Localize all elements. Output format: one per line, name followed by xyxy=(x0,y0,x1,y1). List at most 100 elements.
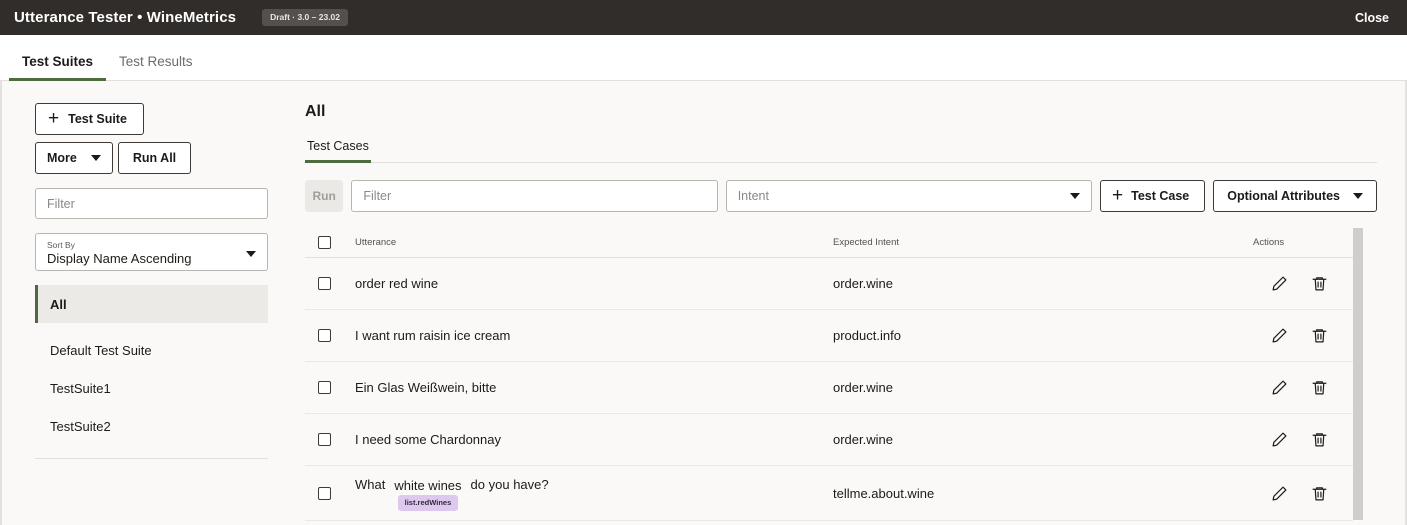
main-panel: All Test Cases Run Filter Intent + Test … xyxy=(299,81,1405,525)
row-checkbox[interactable] xyxy=(318,486,331,500)
column-header-utterance: Utterance xyxy=(355,237,397,248)
pencil-icon[interactable] xyxy=(1269,430,1289,450)
table-scrollbar[interactable] xyxy=(1353,228,1363,521)
utterance-text-after: do you have? xyxy=(470,476,549,492)
cell-actions xyxy=(1253,483,1363,503)
optional-attributes-label: Optional Attributes xyxy=(1227,189,1340,203)
intent-select[interactable]: Intent xyxy=(725,180,1092,212)
add-test-case-label: Test Case xyxy=(1131,189,1190,203)
sidebar-filter-input[interactable]: Filter xyxy=(35,188,268,219)
cell-expected-intent: order.wine xyxy=(833,432,893,447)
add-test-case-button[interactable]: + Test Case xyxy=(1100,180,1206,212)
sidebar: + Test Suite More Run All Filter Sort By… xyxy=(2,81,299,525)
page-title: All xyxy=(305,103,326,120)
intent-placeholder: Intent xyxy=(737,189,769,203)
utterance-tester-app: Utterance Tester • WineMetrics Draft · 3… xyxy=(0,0,1407,525)
add-test-suite-button[interactable]: + Test Suite xyxy=(35,103,144,135)
trash-icon[interactable] xyxy=(1309,274,1329,294)
pencil-icon[interactable] xyxy=(1269,326,1289,346)
row-checkbox[interactable] xyxy=(318,381,331,394)
sort-by-value: Display Name Ascending xyxy=(47,250,192,266)
table-filter-placeholder: Filter xyxy=(363,189,392,203)
content-body: + Test Suite More Run All Filter Sort By… xyxy=(0,81,1407,525)
sort-by-label: Sort By xyxy=(47,239,75,250)
select-all-checkbox[interactable] xyxy=(318,236,331,249)
chevron-down-icon xyxy=(90,155,101,161)
sidebar-filter-placeholder: Filter xyxy=(47,196,75,211)
table-row: What white wines list.redWines do you ha… xyxy=(305,466,1363,521)
sidebar-divider xyxy=(35,458,268,459)
row-select-cell xyxy=(305,486,355,500)
cell-expected-intent: product.info xyxy=(833,328,901,343)
cell-expected-intent: order.wine xyxy=(833,276,893,291)
cell-actions xyxy=(1253,326,1363,346)
test-cases-table: Utterance Expected Intent Actions order … xyxy=(305,228,1363,521)
sidebar-item-testsuite2[interactable]: TestSuite2 xyxy=(35,407,268,445)
entity-text: white wines xyxy=(394,477,462,493)
row-checkbox[interactable] xyxy=(318,433,331,446)
table-filter-input[interactable]: Filter xyxy=(351,180,718,212)
column-header-expected-intent: Expected Intent xyxy=(833,237,900,248)
close-button[interactable]: Close xyxy=(1337,0,1407,35)
cell-expected-intent: tellme.about.wine xyxy=(833,485,935,501)
optional-attributes-button[interactable]: Optional Attributes xyxy=(1213,180,1377,212)
row-checkbox[interactable] xyxy=(318,277,331,290)
tab-test-cases[interactable]: Test Cases xyxy=(305,139,371,163)
table-row: I want rum raisin ice cream product.info xyxy=(305,310,1363,362)
plus-icon: + xyxy=(1112,184,1124,206)
chevron-down-icon xyxy=(1070,193,1080,199)
more-label: More xyxy=(47,151,77,165)
cell-utterance: I need some Chardonnay xyxy=(355,432,501,447)
trash-icon[interactable] xyxy=(1309,430,1329,450)
sidebar-item-testsuite1[interactable]: TestSuite1 xyxy=(35,369,268,407)
row-select-cell xyxy=(305,433,355,446)
trash-icon[interactable] xyxy=(1309,326,1329,346)
tab-test-results[interactable]: Test Results xyxy=(106,54,206,80)
trash-icon[interactable] xyxy=(1309,378,1329,398)
cell-utterance: order red wine xyxy=(355,276,439,291)
table-header-row: Utterance Expected Intent Actions xyxy=(305,228,1363,258)
cell-utterance: Ein Glas Weißwein, bitte xyxy=(355,380,497,395)
sidebar-item-all[interactable]: All xyxy=(35,285,268,323)
add-test-suite-label: Test Suite xyxy=(68,112,127,126)
column-header-actions: Actions xyxy=(1253,237,1285,248)
version-badge: Draft · 3.0 – 23.02 xyxy=(262,9,349,26)
sub-tab-bar: Test Cases xyxy=(305,139,1377,163)
row-checkbox[interactable] xyxy=(318,329,331,342)
cell-utterance: I want rum raisin ice cream xyxy=(355,328,511,343)
top-bar: Utterance Tester • WineMetrics Draft · 3… xyxy=(0,0,1407,35)
table-row: order red wine order.wine xyxy=(305,258,1363,310)
test-suite-list: All Default Test Suite TestSuite1 TestSu… xyxy=(35,285,268,445)
main-tab-bar: Test Suites Test Results xyxy=(0,35,1407,81)
scrollbar-thumb[interactable] xyxy=(1353,228,1363,520)
tab-test-suites[interactable]: Test Suites xyxy=(9,54,107,81)
chevron-down-icon xyxy=(246,250,256,257)
select-all-cell xyxy=(305,236,355,249)
run-button[interactable]: Run xyxy=(305,180,344,212)
cell-utterance: What white wines list.redWines do you ha… xyxy=(355,476,833,511)
table-toolbar: Run Filter Intent + Test Case Optional A… xyxy=(305,180,1405,212)
run-all-label: Run All xyxy=(132,151,177,165)
entity-tag-badge: list.redWines xyxy=(397,494,459,511)
cell-actions xyxy=(1253,430,1363,450)
pencil-icon[interactable] xyxy=(1269,483,1289,503)
table-row: I need some Chardonnay order.wine xyxy=(305,414,1363,466)
sidebar-item-default-test-suite[interactable]: Default Test Suite xyxy=(35,331,268,369)
plus-icon: + xyxy=(48,107,60,129)
row-select-cell xyxy=(305,381,355,394)
cell-actions xyxy=(1253,274,1363,294)
sort-by-select[interactable]: Sort By Display Name Ascending xyxy=(35,233,268,271)
table-row: Ein Glas Weißwein, bitte order.wine xyxy=(305,362,1363,414)
utterance-text-before: What xyxy=(355,476,386,492)
run-all-button[interactable]: Run All xyxy=(117,142,192,174)
pencil-icon[interactable] xyxy=(1269,274,1289,294)
entity-annotation[interactable]: white wines list.redWines xyxy=(391,478,464,511)
pencil-icon[interactable] xyxy=(1269,378,1289,398)
cell-actions xyxy=(1253,378,1363,398)
trash-icon[interactable] xyxy=(1309,483,1329,503)
row-select-cell xyxy=(305,329,355,342)
app-title: Utterance Tester • WineMetrics xyxy=(14,9,237,26)
sidebar-button-row: More Run All xyxy=(35,142,268,174)
more-button[interactable]: More xyxy=(35,142,113,174)
chevron-down-icon xyxy=(1352,193,1363,199)
